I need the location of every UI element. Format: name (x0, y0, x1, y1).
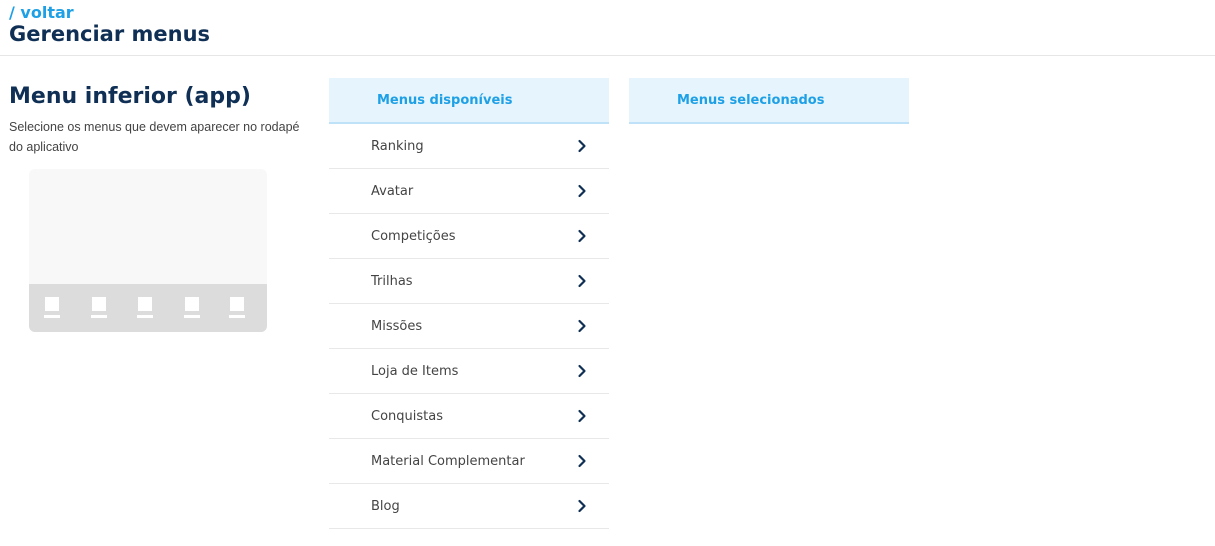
menu-item-label: Missões (371, 318, 423, 334)
menu-item-label: Trilhas (371, 273, 413, 289)
selected-menus-panel: Menus selecionados (629, 78, 909, 124)
available-menus-header: Menus disponíveis (329, 78, 609, 124)
bottom-bar-slot (229, 297, 245, 319)
section-description: Selecione os menus que devem aparecer no… (9, 120, 300, 154)
menu-item-label: Blog (371, 498, 400, 514)
chevron-right-icon[interactable] (577, 319, 587, 333)
menu-item-label: Competições (371, 228, 456, 244)
menu-item[interactable]: Ranking (329, 124, 609, 169)
menu-item[interactable]: Competições (329, 214, 609, 259)
menu-item[interactable]: Loja de Items (329, 349, 609, 394)
menu-item-label: Material Complementar (371, 453, 525, 469)
menu-item-label: Conquistas (371, 408, 443, 424)
chevron-right-icon[interactable] (577, 454, 587, 468)
menu-item[interactable]: Conquistas (329, 394, 609, 439)
chevron-right-icon[interactable] (577, 184, 587, 198)
phone-bottom-bar (29, 284, 267, 332)
back-link[interactable]: / voltar (9, 3, 74, 22)
page-title: Gerenciar menus (9, 22, 211, 46)
available-menus-list: Ranking Avatar Competições Trilhas Missões Lo… (329, 124, 609, 529)
menu-item[interactable]: Avatar (329, 169, 609, 214)
menu-item[interactable]: Material Complementar (329, 439, 609, 484)
menu-item[interactable]: Missões (329, 304, 609, 349)
chevron-right-icon[interactable] (577, 229, 587, 243)
bottom-bar-slot (137, 297, 153, 319)
chevron-right-icon[interactable] (577, 499, 587, 513)
section-title: Menu inferior (app) (9, 84, 251, 109)
menu-item-label: Loja de Items (371, 363, 459, 379)
menu-item[interactable]: Blog (329, 484, 609, 529)
chevron-right-icon[interactable] (577, 274, 587, 288)
available-menus-panel: Menus disponíveis Ranking Avatar Competiçõ… (329, 78, 609, 529)
bottom-bar-slot (44, 297, 60, 319)
menu-item-label: Ranking (371, 138, 424, 154)
chevron-right-icon[interactable] (577, 139, 587, 153)
menu-item-label: Avatar (371, 183, 414, 199)
menu-item[interactable]: Trilhas (329, 259, 609, 304)
chevron-right-icon[interactable] (577, 409, 587, 423)
chevron-right-icon[interactable] (577, 364, 587, 378)
phone-preview (29, 169, 267, 332)
bottom-bar-slot (91, 297, 107, 319)
selected-menus-header: Menus selecionados (629, 78, 909, 124)
header-divider (0, 55, 1215, 56)
bottom-bar-slot (184, 297, 200, 319)
